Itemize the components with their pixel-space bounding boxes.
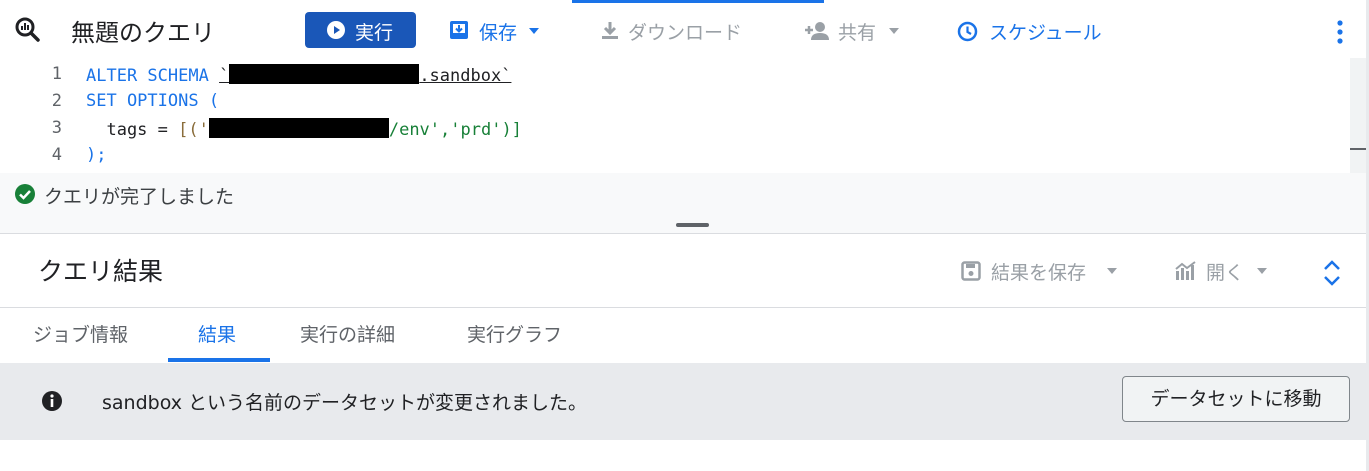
tab-execution-details[interactable]: 実行の詳細	[300, 320, 395, 347]
tab-job-info[interactable]: ジョブ情報	[33, 320, 128, 347]
code-line-4: );	[86, 145, 107, 165]
line-number: 4	[51, 145, 62, 165]
resize-handle[interactable]	[676, 223, 709, 227]
schedule-button[interactable]: スケジュール	[957, 12, 1117, 48]
query-title[interactable]: 無題のクエリ	[71, 13, 215, 48]
redacted-tag-key	[208, 118, 389, 138]
save-icon	[450, 21, 468, 39]
redacted-project-id	[229, 64, 420, 84]
clock-icon	[957, 21, 978, 42]
share-label: 共有	[838, 22, 877, 44]
download-label: ダウンロード	[628, 22, 743, 44]
save-button[interactable]: 保存	[448, 12, 548, 48]
download-button[interactable]: ダウンロード	[598, 12, 758, 48]
bracket-open: [('	[178, 120, 209, 140]
banner-message: sandbox という名前のデータセットが変更されました。	[102, 392, 588, 414]
line-number: 2	[51, 91, 62, 111]
editor-scrollbar[interactable]	[1350, 58, 1366, 173]
bigquery-icon	[15, 17, 40, 42]
sql-editor[interactable]: 1 2 3 4 ALTER SCHEMA ` .sandbox` SET OPTI…	[0, 58, 1366, 173]
info-icon	[42, 391, 62, 411]
chevron-down-icon	[1107, 268, 1117, 274]
tab-results[interactable]: 結果	[198, 320, 236, 347]
tab-execution-graph[interactable]: 実行グラフ	[467, 320, 562, 347]
schema-identifier: ` .sandbox`	[219, 64, 512, 86]
open-label: 開く	[1206, 262, 1245, 284]
save-results-label: 結果を保存	[991, 262, 1087, 284]
download-icon	[602, 22, 618, 39]
tags-key: tags =	[86, 120, 179, 140]
save-results-button[interactable]: 結果を保存	[960, 250, 1120, 286]
chevron-down-icon	[889, 28, 899, 34]
schedule-label: スケジュール	[989, 22, 1102, 44]
save-label: 保存	[479, 22, 518, 44]
line-number: 1	[51, 64, 62, 84]
chart-icon	[1175, 261, 1196, 280]
expand-icon[interactable]	[1322, 259, 1342, 287]
run-label: 実行	[355, 22, 394, 44]
keyword-alter-schema: ALTER SCHEMA	[86, 66, 220, 86]
results-title: クエリ結果	[38, 257, 164, 286]
more-vert-icon[interactable]	[1334, 19, 1346, 45]
go-to-dataset-button[interactable]: データセットに移動	[1122, 376, 1350, 422]
code-line-1: ALTER SCHEMA ` .sandbox`	[86, 64, 511, 86]
scrollbar-marker	[1350, 148, 1366, 150]
bracket-close: )]	[501, 120, 522, 140]
schema-name: .sandbox`	[419, 66, 512, 86]
status-message: クエリが完了しました	[44, 186, 235, 208]
open-button[interactable]: 開く	[1174, 250, 1274, 286]
floppy-icon	[961, 261, 981, 281]
tag-value: /env','prd'	[388, 120, 502, 140]
check-circle-icon	[15, 184, 35, 204]
code-line-3: tags = [(' /env','prd')]	[86, 118, 522, 140]
chevron-down-icon	[1257, 268, 1267, 274]
backtick: `	[219, 66, 230, 86]
play-circle-icon	[327, 21, 345, 39]
chevron-down-icon	[529, 28, 539, 34]
run-button[interactable]: 実行	[305, 12, 416, 48]
share-button[interactable]: 共有	[805, 12, 905, 48]
active-tab-accent	[572, 0, 824, 3]
line-number: 3	[51, 118, 62, 138]
code-line-2: SET OPTIONS (	[86, 91, 220, 111]
person-add-icon	[805, 22, 829, 40]
active-tab-indicator	[168, 358, 270, 362]
